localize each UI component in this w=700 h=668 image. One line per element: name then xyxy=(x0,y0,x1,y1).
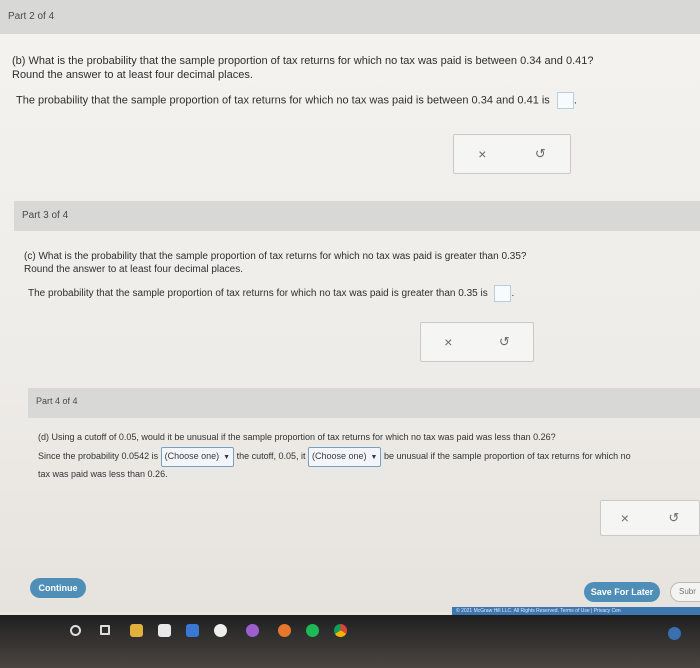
part-3-question-line1: (c) What is the probability that the sam… xyxy=(24,251,527,262)
part-3-answer-row: The probability that the sample proporti… xyxy=(24,285,694,302)
part-2-answer-row: The probability that the sample proporti… xyxy=(12,92,692,109)
part-4-header: Part 4 of 4 xyxy=(28,388,700,418)
part-3-actions: × ↺ xyxy=(420,322,534,362)
continue-button[interactable]: Continue xyxy=(30,578,86,598)
part-4-line3: tax was paid was less than 0.26. xyxy=(38,469,168,479)
undo-icon[interactable]: ↺ xyxy=(535,146,546,162)
undo-icon[interactable]: ↺ xyxy=(499,334,510,350)
clear-icon[interactable]: × xyxy=(444,334,452,350)
comparison-select[interactable]: (Choose one) ▼ xyxy=(160,447,235,467)
copyright-bar: © 2021 McGraw Hill LLC. All Rights Reser… xyxy=(452,607,700,615)
submit-button[interactable]: Subr xyxy=(670,582,700,602)
part-3-header: Part 3 of 4 xyxy=(14,201,700,231)
file-explorer-icon[interactable] xyxy=(130,624,143,637)
system-tray-icon[interactable] xyxy=(668,627,681,640)
unusual-select[interactable]: (Choose one) ▼ xyxy=(308,447,382,467)
spotify-icon[interactable] xyxy=(306,624,319,637)
part-4-answer-row: Since the probability 0.0542 is (Choose … xyxy=(38,447,700,467)
part-3-question-line2: Round the answer to at least four decima… xyxy=(24,264,244,275)
part-2-answer-input[interactable] xyxy=(556,92,574,109)
part-2-question-line2: Round the answer to at least four decima… xyxy=(12,69,253,81)
dropdown-arrow-icon: ▼ xyxy=(370,454,378,461)
part-2-actions: × ↺ xyxy=(453,134,571,174)
part-2-question-line1: (b) What is the probability that the sam… xyxy=(12,55,594,67)
unusual-select-value: (Choose one) xyxy=(312,451,367,461)
clear-icon[interactable]: × xyxy=(621,510,629,526)
page: Part 2 of 4 (b) What is the probability … xyxy=(0,0,700,612)
chrome-icon[interactable] xyxy=(246,624,259,637)
store-icon[interactable] xyxy=(158,624,171,637)
part-4-actions: × ↺ xyxy=(600,500,700,536)
part-2-body: (b) What is the probability that the sam… xyxy=(12,54,692,109)
part-4-end-text: be unusual if the sample proportion of t… xyxy=(384,451,631,461)
edge-icon[interactable] xyxy=(214,624,227,637)
part-2-answer-text: The probability that the sample proporti… xyxy=(16,94,550,107)
dropdown-arrow-icon: ▼ xyxy=(223,454,231,461)
part-3-body: (c) What is the probability that the sam… xyxy=(24,250,694,302)
save-for-later-button[interactable]: Save For Later xyxy=(584,582,660,602)
part-2-title: Part 2 of 4 xyxy=(8,11,55,22)
chrome-icon-2[interactable] xyxy=(334,624,347,637)
mail-icon[interactable] xyxy=(186,624,199,637)
part-4-mid-text: the cutoff, 0.05, it xyxy=(236,451,306,461)
search-icon[interactable] xyxy=(70,625,81,636)
taskbar xyxy=(0,615,700,668)
part-3-answer-text: The probability that the sample proporti… xyxy=(28,288,488,300)
part-3-answer-input[interactable] xyxy=(494,285,512,302)
part-4-since-text: Since the probability 0.0542 is xyxy=(38,451,159,461)
firefox-icon[interactable] xyxy=(278,624,291,637)
undo-icon[interactable]: ↺ xyxy=(668,510,679,526)
part-2-header: Part 2 of 4 xyxy=(0,0,700,34)
part-4-body: (d) Using a cutoff of 0.05, would it be … xyxy=(38,430,700,481)
clear-icon[interactable]: × xyxy=(478,146,486,162)
part-3-title: Part 3 of 4 xyxy=(22,210,69,221)
part-4-question-line1: (d) Using a cutoff of 0.05, would it be … xyxy=(38,432,556,442)
task-view-icon[interactable] xyxy=(100,625,110,635)
comparison-select-value: (Choose one) xyxy=(164,451,220,461)
part-4-title: Part 4 of 4 xyxy=(36,396,78,406)
